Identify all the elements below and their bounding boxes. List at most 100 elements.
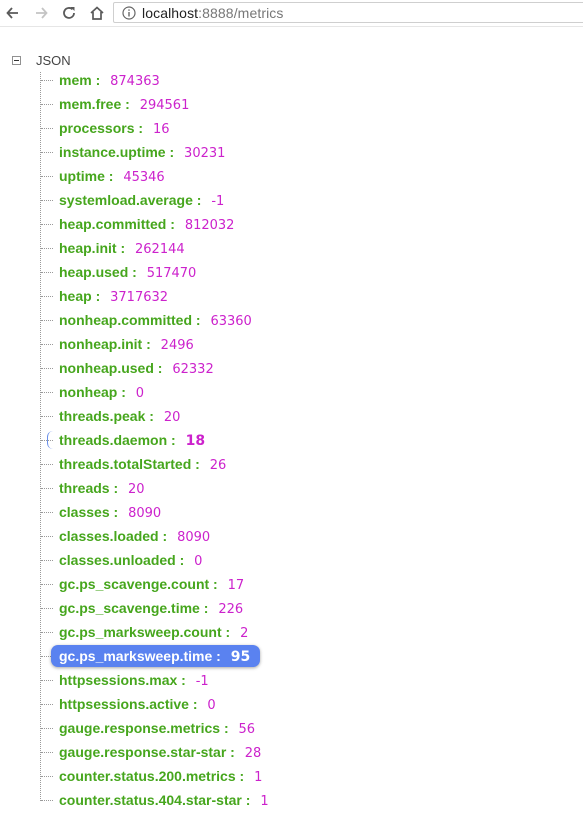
entry-content[interactable]: systemload.average : -1 [59, 192, 224, 209]
entry-separator: : [145, 408, 158, 424]
tree-root[interactable]: JSON [12, 50, 71, 70]
entry-content[interactable]: heap.used : 517470 [59, 264, 196, 281]
entry-content[interactable]: gauge.response.star-star : 28 [59, 744, 261, 761]
entry-separator: : [167, 432, 180, 448]
entry-content[interactable]: httpsessions.active : 0 [59, 696, 216, 713]
tree-entry[interactable]: threads.daemon : 18 [0, 428, 583, 452]
entry-content[interactable]: classes.unloaded : 0 [59, 552, 202, 569]
entry-content[interactable]: threads.totalStarted : 26 [59, 456, 226, 473]
tree-branch-line [41, 536, 53, 537]
tree-entry[interactable]: gc.ps_scavenge.time : 226 [0, 596, 583, 620]
tree-branch-line [41, 224, 53, 225]
entry-key: threads [59, 480, 110, 496]
tree-entry[interactable]: nonheap.init : 2496 [0, 332, 583, 356]
tree-entry[interactable]: gc.ps_marksweep.count : 2 [0, 620, 583, 644]
entry-content[interactable]: heap : 3717632 [59, 288, 168, 305]
tree-entry[interactable]: gauge.response.star-star : 28 [0, 740, 583, 764]
tree-entry[interactable]: httpsessions.active : 0 [0, 692, 583, 716]
tree-branch-line [41, 200, 53, 201]
collapse-toggle-icon[interactable] [12, 55, 21, 65]
tree-branch-line [41, 104, 53, 105]
entry-separator: : [175, 552, 189, 568]
tree-entry[interactable]: threads.totalStarted : 26 [0, 452, 583, 476]
entry-content[interactable]: threads.daemon : 18 [59, 432, 205, 449]
entry-key: threads.totalStarted [59, 456, 192, 472]
tree-entry[interactable]: instance.uptime : 30231 [0, 140, 583, 164]
entry-content[interactable]: threads : 20 [59, 480, 145, 497]
entry-content[interactable]: nonheap.committed : 63360 [59, 312, 252, 329]
tree-entry[interactable]: gc.ps_marksweep.time : 95 [0, 644, 583, 668]
tree-entry[interactable]: heap.init : 262144 [0, 236, 583, 260]
tree-entry[interactable]: gauge.response.metrics : 56 [0, 716, 583, 740]
entry-content[interactable]: mem : 874363 [59, 72, 160, 89]
tree-entry[interactable]: gc.ps_scavenge.count : 17 [0, 572, 583, 596]
tree-entry[interactable]: classes.loaded : 8090 [0, 524, 583, 548]
entry-content[interactable]: uptime : 45346 [59, 168, 165, 185]
entry-separator: : [199, 600, 213, 616]
tree-entry[interactable]: heap.committed : 812032 [0, 212, 583, 236]
tree-entry[interactable]: processors : 16 [0, 116, 583, 140]
entry-key: nonheap [59, 384, 118, 400]
entry-content[interactable]: processors : 16 [59, 120, 169, 137]
info-icon[interactable] [122, 5, 136, 20]
entry-content[interactable]: gc.ps_scavenge.time : 226 [59, 600, 243, 617]
tree-branch-line [41, 488, 53, 489]
entry-value: 874363 [110, 74, 160, 89]
entry-key: gc.ps_marksweep.time [59, 648, 213, 664]
tree-entry[interactable]: counter.status.200.metrics : 1 [0, 764, 583, 788]
entry-value: 0 [135, 386, 145, 401]
entry-separator: : [104, 168, 118, 184]
entry-content[interactable]: gc.ps_scavenge.count : 17 [59, 576, 244, 593]
tree-entry[interactable]: classes : 8090 [0, 500, 583, 524]
entry-key: heap [59, 288, 92, 304]
entry-content[interactable]: gauge.response.metrics : 56 [59, 720, 255, 737]
entry-content[interactable]: counter.status.200.metrics : 1 [59, 768, 262, 785]
entry-value: 3717632 [110, 290, 169, 305]
tree-entry[interactable]: systemload.average : -1 [0, 188, 583, 212]
tree-branch-line [41, 608, 53, 609]
entry-content[interactable]: instance.uptime : 30231 [59, 144, 225, 161]
tree-entry[interactable]: nonheap : 0 [0, 380, 583, 404]
entry-content[interactable]: threads.peak : 20 [59, 408, 180, 425]
entry-content[interactable]: httpsessions.max : -1 [59, 672, 209, 689]
tree-entry[interactable]: mem : 874363 [0, 68, 583, 92]
entry-content[interactable]: gc.ps_marksweep.time : 95 [51, 645, 261, 667]
entry-value: 18 [185, 433, 206, 449]
tree-entry[interactable]: threads.peak : 20 [0, 404, 583, 428]
entry-content[interactable]: counter.status.404.star-star : 1 [59, 792, 269, 809]
tree-entry[interactable]: nonheap.used : 62332 [0, 356, 583, 380]
entry-value: 28 [244, 746, 262, 761]
tree-entry[interactable]: mem.free : 294561 [0, 92, 583, 116]
tree-entry[interactable]: uptime : 45346 [0, 164, 583, 188]
tree-entry[interactable]: nonheap.committed : 63360 [0, 308, 583, 332]
entry-value: 16 [152, 122, 170, 137]
entry-content[interactable]: gc.ps_marksweep.count : 2 [59, 624, 248, 641]
forward-button[interactable] [30, 2, 52, 24]
entry-separator: : [121, 96, 134, 112]
entry-content[interactable]: classes.loaded : 8090 [59, 528, 210, 545]
entry-value: 63360 [210, 314, 252, 329]
entry-content[interactable]: mem.free : 294561 [59, 96, 189, 113]
tree-entry[interactable]: httpsessions.max : -1 [0, 668, 583, 692]
entry-key: gc.ps_scavenge.time [59, 600, 200, 616]
hover-bracket [47, 431, 53, 449]
entry-content[interactable]: nonheap.used : 62332 [59, 360, 214, 377]
entry-separator: : [192, 192, 206, 208]
tree-entry[interactable]: threads : 20 [0, 476, 583, 500]
entry-content[interactable]: nonheap.init : 2496 [59, 336, 194, 353]
tree-entry[interactable]: classes.unloaded : 0 [0, 548, 583, 572]
tree-branch-line [41, 728, 53, 729]
entry-content[interactable]: nonheap : 0 [59, 384, 144, 401]
tree-entry[interactable]: counter.status.404.star-star : 1 [0, 788, 583, 812]
entry-content[interactable]: classes : 8090 [59, 504, 161, 521]
back-button[interactable] [2, 2, 24, 24]
tree-entry[interactable]: heap : 3717632 [0, 284, 583, 308]
entry-content[interactable]: heap.init : 262144 [59, 240, 185, 257]
address-bar[interactable]: localhost:8888/metrics [113, 2, 583, 23]
entry-key: nonheap.init [59, 336, 143, 352]
reload-button[interactable] [58, 2, 80, 24]
forward-arrow-icon [36, 7, 48, 19]
entry-content[interactable]: heap.committed : 812032 [59, 216, 234, 233]
tree-entry[interactable]: heap.used : 517470 [0, 260, 583, 284]
home-button[interactable] [86, 2, 108, 24]
